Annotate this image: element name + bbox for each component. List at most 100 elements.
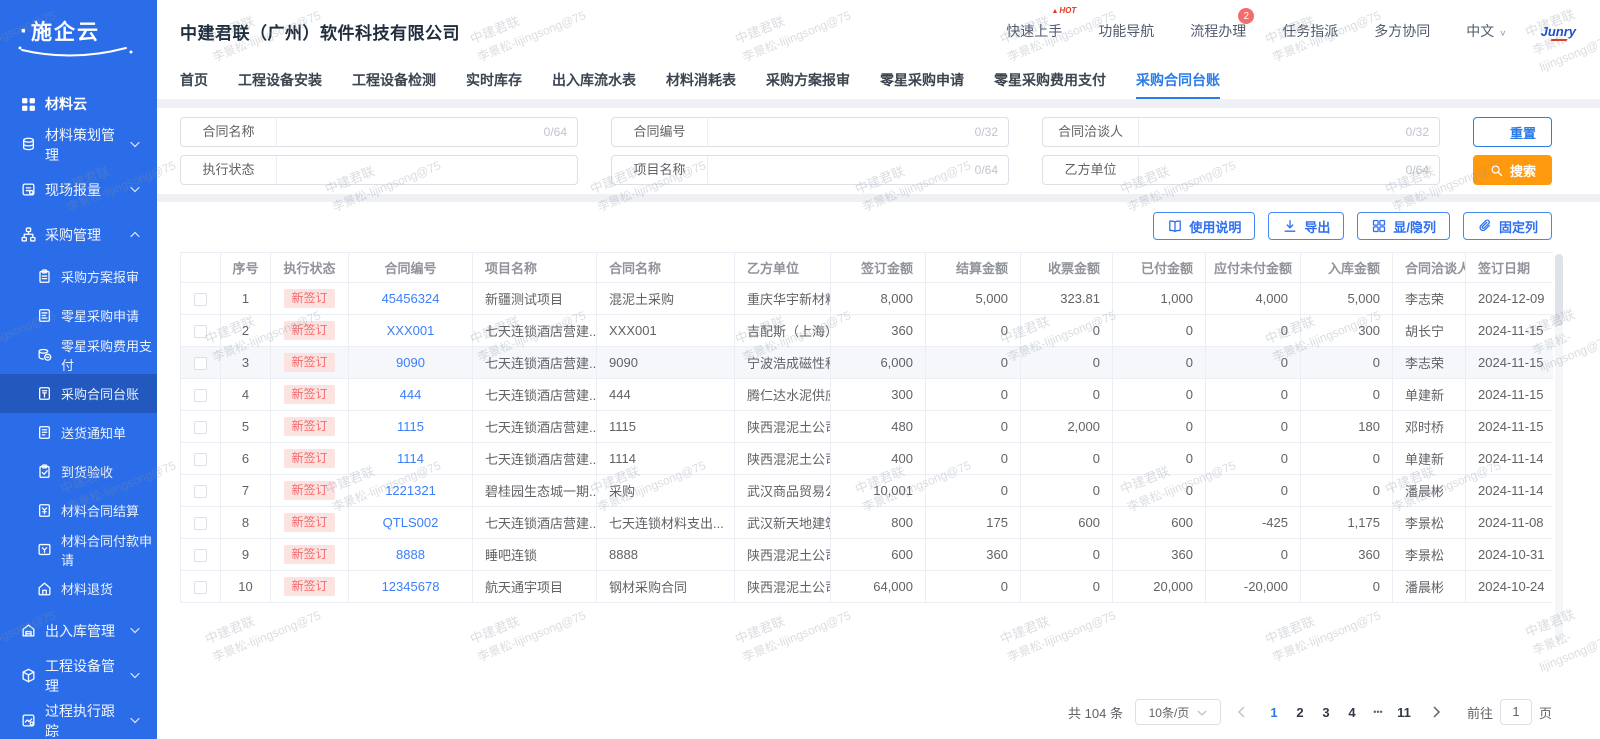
- contracts-table: 序号 执行状态 合同编号 项目名称 合同名称 乙方单位 签订金额 结算金额 收票金额 已付金额 应付…: [180, 252, 1553, 603]
- top-nav-item-流程办理[interactable]: 流程办理 2: [1190, 8, 1255, 41]
- search-button[interactable]: 搜索: [1473, 155, 1552, 185]
- next-page-button[interactable]: [1425, 699, 1449, 725]
- row-checkbox[interactable]: [194, 293, 207, 307]
- contract-number-link[interactable]: 45456324: [382, 291, 440, 306]
- toolbar-button-固定列[interactable]: 固定列: [1462, 212, 1552, 240]
- sidebar-item-采购管理[interactable]: 采购管理: [0, 212, 157, 257]
- sidebar-subitem-材料合同付款申请[interactable]: 材料合同付款申请: [0, 530, 157, 569]
- cell-date: 2024-10-31: [1465, 538, 1553, 571]
- cell-invoice: 0: [1020, 474, 1113, 507]
- page-number-3[interactable]: 3: [1313, 699, 1339, 725]
- cell-contract_no: 8888: [348, 538, 473, 571]
- row-checkbox[interactable]: [194, 485, 207, 499]
- tab-采购合同台账[interactable]: 采购合同台账: [1136, 62, 1220, 99]
- reset-icon: [1489, 124, 1505, 140]
- contract-number-link[interactable]: 444: [400, 387, 422, 402]
- sidebar-item-出入库管理[interactable]: 出入库管理: [0, 608, 157, 653]
- page-number-2[interactable]: 2: [1287, 699, 1313, 725]
- toolbar-button-显/隐列[interactable]: 显/隐列: [1357, 212, 1450, 240]
- cell-party_b: 宁波浩成磁性科技...: [734, 346, 831, 379]
- row-checkbox[interactable]: [194, 325, 207, 339]
- row-checkbox[interactable]: [194, 357, 207, 371]
- contract-number-link[interactable]: 9090: [396, 355, 425, 370]
- row-checkbox[interactable]: [194, 421, 207, 435]
- status-badge: 新签订: [284, 449, 335, 468]
- table-scrollbar[interactable]: [1555, 254, 1563, 640]
- goto-page-input[interactable]: 1: [1499, 699, 1532, 725]
- contract-number-link[interactable]: 12345678: [382, 579, 440, 594]
- cell-project: 航天通宇项目: [472, 570, 597, 603]
- paperclip-icon: [1477, 218, 1493, 234]
- cell-paid: 600: [1112, 506, 1206, 539]
- row-checkbox[interactable]: [194, 389, 207, 403]
- contract-number-link[interactable]: QTLS002: [383, 515, 439, 530]
- row-select-cell: [180, 410, 221, 443]
- cell-seq: 2: [220, 314, 271, 347]
- contract-number-link[interactable]: 8888: [396, 547, 425, 562]
- filter-input-乙方单位[interactable]: 0/64: [1139, 156, 1439, 184]
- cell-contract_no: 1221321: [348, 474, 473, 507]
- contract-number-link[interactable]: 1221321: [385, 483, 436, 498]
- prev-page-button[interactable]: [1229, 699, 1253, 725]
- tab-零星采购申请[interactable]: 零星采购申请: [880, 62, 964, 99]
- sidebar-section-label: 材料云: [45, 96, 87, 112]
- sidebar-subitem-零星采购申请[interactable]: 零星采购申请: [0, 296, 157, 335]
- sidebar-subitem-采购方案报审[interactable]: 采购方案报审: [0, 257, 157, 296]
- sidebar-subitem-材料退货[interactable]: 材料退货: [0, 569, 157, 608]
- tab-材料消耗表[interactable]: 材料消耗表: [666, 62, 736, 99]
- row-checkbox[interactable]: [194, 549, 207, 563]
- top-nav-item-中文[interactable]: 中文 ∨: [1466, 21, 1506, 41]
- contract-number-link[interactable]: XXX001: [387, 323, 435, 338]
- sidebar-subitem-材料合同结算[interactable]: 材料合同结算: [0, 491, 157, 530]
- cell-unpaid: 4,000: [1205, 282, 1301, 315]
- column-header-执行状态: 执行状态: [270, 252, 349, 283]
- page-number-1[interactable]: 1: [1261, 699, 1287, 725]
- filter-input-合同名称[interactable]: 0/64: [277, 118, 577, 146]
- sidebar-item-材料策划管理[interactable]: 材料策划管理: [0, 122, 157, 167]
- reset-button[interactable]: 重置: [1473, 117, 1552, 147]
- contract-number-link[interactable]: 1114: [397, 451, 424, 466]
- toolbar-button-导出[interactable]: 导出: [1268, 212, 1345, 240]
- filter-select-执行状态[interactable]: [277, 156, 577, 184]
- tab-工程设备安装[interactable]: 工程设备安装: [238, 62, 322, 99]
- chevron-down-icon: [127, 668, 143, 684]
- sidebar-item-现场报量[interactable]: 现场报量: [0, 167, 157, 212]
- sidebar-subitem-送货通知单[interactable]: 送货通知单: [0, 413, 157, 452]
- row-checkbox[interactable]: [194, 581, 207, 595]
- tab-首页[interactable]: 首页: [180, 62, 208, 99]
- tab-出入库流水表[interactable]: 出入库流水表: [552, 62, 636, 99]
- table-toolbar: 使用说明 导出 显/隐列 固定列: [180, 212, 1552, 240]
- top-nav-item-功能导航[interactable]: 功能导航: [1098, 21, 1154, 41]
- cell-project: 七天连锁酒店营建...: [472, 378, 597, 411]
- filter-input-合同编号[interactable]: 0/32: [708, 118, 1008, 146]
- tab-工程设备检测[interactable]: 工程设备检测: [352, 62, 436, 99]
- top-nav-item-快速上手[interactable]: 快速上手 HOT: [1006, 6, 1076, 41]
- cell-signed: 6,000: [830, 346, 926, 379]
- row-checkbox[interactable]: [194, 453, 207, 467]
- top-nav-item-任务指派[interactable]: 任务指派: [1282, 21, 1338, 41]
- page-number-4[interactable]: 4: [1339, 699, 1365, 725]
- filter-input-合同洽谈人[interactable]: 0/32: [1139, 118, 1439, 146]
- sidebar-item-过程执行跟踪[interactable]: 过程执行跟踪: [0, 698, 157, 739]
- page-number-11[interactable]: 11: [1391, 699, 1417, 725]
- row-select-cell: [180, 314, 221, 347]
- contract-number-link[interactable]: 1115: [397, 419, 424, 434]
- table-row: 8 新签订 QTLS002 七天连锁酒店营建...七天连锁材料支出...武汉新天地建筑…: [180, 506, 1553, 539]
- tab-零星采购费用支付[interactable]: 零星采购费用支付: [994, 62, 1106, 99]
- tab-实时库存[interactable]: 实时库存: [466, 62, 522, 99]
- table-scrollbar-thumb[interactable]: [1555, 254, 1563, 326]
- sidebar-subitem-到货验收[interactable]: 到货验收: [0, 452, 157, 491]
- sidebar-subitem-采购合同台账[interactable]: 采购合同台账: [0, 374, 157, 413]
- row-checkbox[interactable]: [194, 517, 207, 531]
- sidebar-section-material-cloud[interactable]: 材料云: [0, 86, 157, 122]
- page-size-select[interactable]: 10条/页: [1134, 699, 1221, 725]
- toolbar-button-使用说明[interactable]: 使用说明: [1153, 212, 1256, 240]
- sidebar-item-工程设备管理[interactable]: 工程设备管理: [0, 653, 157, 698]
- row-select-cell: [180, 442, 221, 475]
- cell-party_b: 陕西混泥土公司: [734, 442, 831, 475]
- coins-icon: [36, 347, 52, 363]
- filter-input-项目名称[interactable]: 0/64: [708, 156, 1008, 184]
- top-nav-item-多方协同[interactable]: 多方协同: [1374, 21, 1430, 41]
- tab-采购方案报审[interactable]: 采购方案报审: [766, 62, 850, 99]
- sidebar-subitem-零星采购费用支付[interactable]: 零星采购费用支付: [0, 335, 157, 374]
